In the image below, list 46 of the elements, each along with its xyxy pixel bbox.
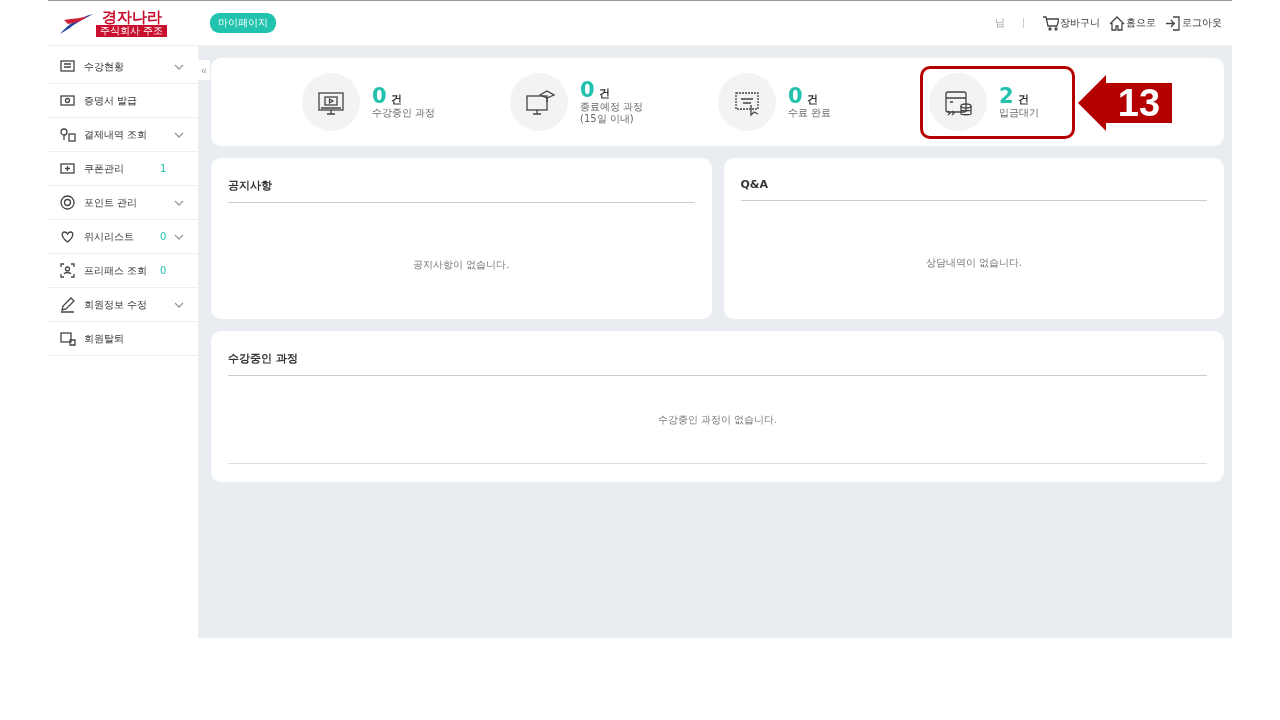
item-count: 1	[160, 163, 168, 174]
stat-label: 수강중인 과정	[372, 107, 436, 119]
stat-label: 입금대기	[999, 107, 1039, 119]
user-name: 님	[995, 16, 1005, 30]
stat-unit: 건	[806, 92, 818, 107]
certificate-icon	[59, 92, 76, 109]
empty-message: 공지사항이 없습니다.	[412, 258, 511, 272]
empty-message: 수강중인 과정이 없습니다.	[228, 376, 1207, 464]
empty-message: 상담내역이 없습니다.	[924, 256, 1023, 270]
item-count: 0	[160, 265, 168, 276]
sidebar-label: 증명서 발급	[84, 93, 139, 108]
cart-icon	[1042, 14, 1059, 32]
header-link[interactable]: 장바구니	[1042, 14, 1100, 32]
sidebar-label: 수강현황	[84, 59, 125, 74]
sidebar-label: 프리패스 조회	[84, 263, 149, 278]
panel-title: 수강중인 과정	[228, 331, 1207, 376]
sidebar-label: 회원탈퇴	[84, 331, 125, 346]
stat-unit: 건	[390, 92, 402, 107]
pen-icon	[59, 296, 76, 313]
home-icon	[1108, 14, 1125, 32]
scan-icon	[59, 262, 76, 279]
sidebar-label: 회원정보 수정	[84, 297, 149, 312]
sidebar-label: 포인트 관리	[84, 195, 139, 210]
stat-count: 2	[999, 85, 1014, 107]
logout-icon	[1164, 14, 1181, 32]
header-link[interactable]: 홈으로	[1108, 14, 1156, 32]
panel-title: Q&A	[740, 158, 1207, 201]
panel-title: 공지사항	[228, 158, 695, 203]
header-link[interactable]: 로그아웃	[1164, 14, 1222, 32]
sidebar-label: 위시리스트	[84, 229, 135, 244]
item-count: 0	[160, 231, 168, 242]
stat-unit: 건	[1017, 92, 1029, 107]
stat-unit: 건	[598, 86, 610, 101]
stat-count: 0	[788, 85, 803, 107]
stat-count: 0	[580, 79, 595, 101]
logo-subtitle: 주식회사 주조	[96, 25, 168, 37]
stat-note: (15일 이내)	[580, 113, 635, 125]
stat-count: 0	[372, 85, 387, 107]
stat-label: 종료예정 과정	[580, 101, 644, 113]
coupon-icon	[59, 160, 76, 177]
stat-label: 수료 완료	[788, 107, 832, 119]
sidebar-label: 결제내역 조회	[84, 127, 149, 142]
list-icon	[59, 58, 76, 75]
sidebar-label: 쿠폰관리	[84, 161, 125, 176]
logo-name: 경자나라	[101, 9, 162, 25]
heart-icon	[59, 228, 76, 245]
